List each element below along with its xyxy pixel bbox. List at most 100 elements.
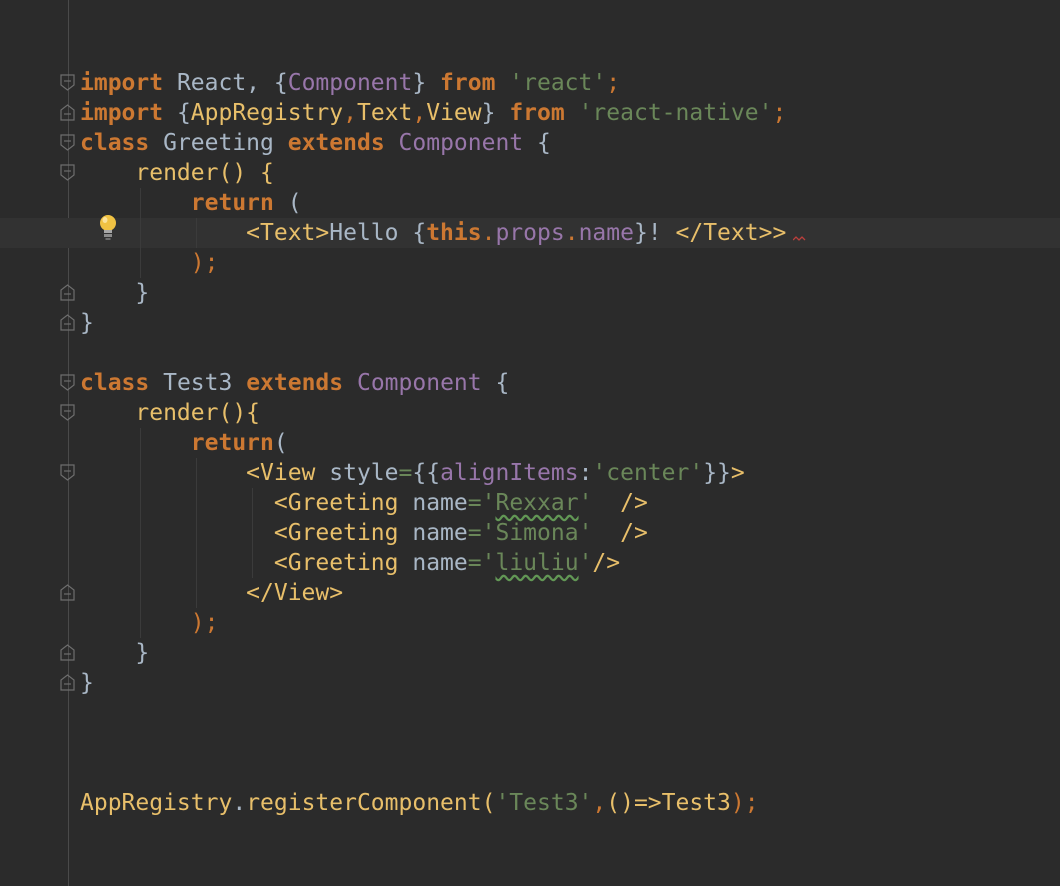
code-token: Component [398, 130, 524, 156]
code-line[interactable]: } [80, 638, 149, 668]
jsx-tag: <Text> [246, 220, 330, 246]
keyword-from: from [509, 100, 565, 126]
code-token: ( [273, 190, 302, 216]
code-token: Hello { [329, 220, 427, 246]
jsx-tag: <Greeting [273, 550, 399, 576]
code-line[interactable]: ); [80, 248, 219, 278]
code-token: : [578, 460, 593, 486]
jsx-tag: > [730, 460, 745, 486]
code-line[interactable]: <View style={{alignItems:'center'}}> [80, 458, 745, 488]
code-line[interactable]: class Test3 extends Component { [80, 368, 509, 398]
fold-open-icon[interactable] [60, 164, 75, 181]
code-token: ( [273, 430, 288, 456]
code-line[interactable]: return ( [80, 188, 302, 218]
fold-close-icon[interactable] [60, 104, 75, 121]
code-token: } [481, 100, 510, 126]
jsx-tag: <View [246, 460, 316, 486]
code-line[interactable]: } [80, 668, 94, 698]
code-line[interactable]: return( [80, 428, 288, 458]
code-token: , [592, 790, 607, 816]
fold-close-icon[interactable] [60, 314, 75, 331]
code-line[interactable]: import {AppRegistry,Text,View} from 'rea… [80, 98, 786, 128]
jsx-attribute: style [315, 460, 399, 486]
fold-close-icon[interactable] [60, 674, 75, 691]
jsx-tag: </View> [246, 580, 344, 606]
code-token: . [232, 790, 247, 816]
jsx-attribute: name [398, 490, 468, 516]
code-token: { [523, 130, 551, 156]
keyword-extends: extends [246, 370, 344, 396]
code-token: ' [481, 550, 496, 576]
fold-open-icon[interactable] [60, 464, 75, 481]
fold-open-icon[interactable] [60, 404, 75, 421]
code-token: } [80, 280, 150, 306]
keyword-from: from [440, 70, 496, 96]
fold-close-icon[interactable] [60, 644, 75, 661]
code-line[interactable]: } [80, 278, 149, 308]
fold-open-icon[interactable] [60, 374, 75, 391]
keyword-class: class [80, 130, 150, 156]
code-token: render() { [80, 160, 274, 186]
code-token: = [398, 460, 413, 486]
code-token: { [481, 370, 510, 396]
code-token: ' [578, 550, 593, 576]
string-literal: 'center' [592, 460, 704, 486]
code-token: . [481, 220, 496, 246]
keyword-this: this [426, 220, 482, 246]
code-token: } [80, 640, 150, 666]
keyword-import: import [80, 100, 164, 126]
code-line[interactable]: <Text>Hello {this.props.name}! </Text>> [80, 218, 786, 248]
code-token: Test3 [661, 790, 731, 816]
code-token: React, { [163, 70, 288, 96]
code-token: ' [578, 490, 593, 516]
code-line[interactable]: class Greeting extends Component { [80, 128, 551, 158]
code-token: ); [190, 610, 219, 636]
error-squiggle-icon [793, 236, 806, 241]
code-token: , [343, 100, 357, 126]
string-literal: Simona [495, 520, 579, 546]
code-token: alignItems [440, 460, 579, 486]
code-line[interactable]: <Greeting name='liuliu'/> [80, 548, 620, 578]
fold-close-icon[interactable] [60, 584, 75, 601]
jsx-tag: /> [620, 490, 648, 516]
fold-open-icon[interactable] [60, 74, 75, 91]
code-line[interactable]: render() { [80, 158, 274, 188]
code-token: > [772, 220, 787, 246]
code-editor[interactable]: import React, {Component} from 'react'; … [0, 0, 1060, 886]
code-token: } [80, 310, 94, 336]
code-token: name [578, 220, 634, 246]
code-token: {{ [412, 460, 441, 486]
jsx-tag: <Greeting [273, 520, 399, 546]
code-line[interactable]: AppRegistry.registerComponent('Test3',()… [80, 788, 759, 818]
keyword-class: class [80, 370, 150, 396]
code-token: Text [356, 100, 413, 126]
code-line[interactable]: import React, {Component} from 'react'; [80, 68, 620, 98]
code-token: View [426, 100, 482, 126]
code-token: . [564, 220, 579, 246]
code-line[interactable]: <Greeting name='Rexxar' /> [80, 488, 648, 518]
code-line[interactable]: } [80, 308, 94, 338]
code-token: } [412, 70, 441, 96]
code-token: Component [356, 370, 482, 396]
jsx-tag: /> [592, 550, 621, 576]
keyword-import: import [80, 70, 164, 96]
code-line[interactable]: <Greeting name='Simona' /> [80, 518, 648, 548]
code-line[interactable]: </View> [80, 578, 343, 608]
fold-close-icon[interactable] [60, 284, 75, 301]
code-line[interactable]: ); [80, 608, 219, 638]
fold-open-icon[interactable] [60, 134, 75, 151]
code-token: Greeting [149, 130, 288, 156]
jsx-tag: </Text> [675, 220, 773, 246]
code-token: props [495, 220, 565, 246]
string-literal: 'react' [509, 70, 607, 96]
code-line[interactable]: render(){ [80, 398, 260, 428]
